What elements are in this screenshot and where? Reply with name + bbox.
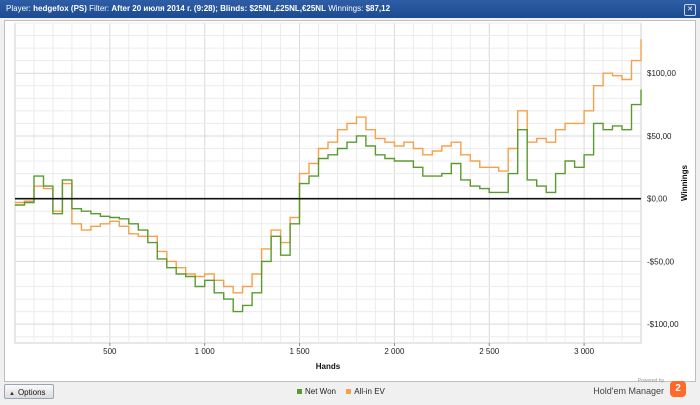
y-tick-label: -$100,00 [647,320,679,329]
close-icon[interactable]: ✕ [684,4,696,16]
player-name: hedgefox (PS) [33,4,87,13]
winnings-chart: 500 1 000 1 500 2 000 2 500 3 000 -$100,00 -$50… [14,22,689,371]
legend-item-all-in-ev: All-in EV [346,387,385,396]
winnings-value: $87,12 [365,4,391,13]
y-tick-label: $100,00 [647,69,676,78]
x-tick-label: 2 500 [479,347,500,356]
chart-legend: Net Won All-in EV [297,387,393,396]
graph-panel: 500 1 000 1 500 2 000 2 500 3 000 -$100,00 -$50… [4,20,696,382]
x-tick-label: 1 000 [195,347,216,356]
x-tick-label: 3 000 [574,347,595,356]
y-tick-label: $0,00 [647,195,668,204]
brand-logo: Powered by Hold'em Manager 2 [593,378,688,402]
y-axis-title: Winnings [680,164,689,200]
legend-item-net-won: Net Won [297,387,336,396]
winnings-label: Winnings: [328,4,364,13]
hm2-logo-icon: 2 [670,381,686,397]
x-axis-title: Hands [316,362,341,371]
x-tick-label: 1 500 [290,347,311,356]
x-tick-label: 500 [103,347,117,356]
y-tick-label: -$50,00 [647,257,675,266]
options-button[interactable]: ▲ Options [4,384,54,399]
y-tick-label: $50,00 [647,132,672,141]
legend-label-net-won: Net Won [305,387,336,396]
legend-swatch-all-in-ev [346,389,352,395]
filter-value: After 20 июля 2014 г. (9:28); Blinds: $2… [111,4,326,13]
window-title-bar: Player: hedgefox (PS) Filter: After 20 и… [0,0,700,18]
options-label: Options [17,388,46,397]
legend-swatch-net-won [297,389,302,395]
legend-label-all-in-ev: All-in EV [354,387,385,396]
filter-label: Filter: [89,4,110,13]
powered-by-text: Powered by [637,378,664,384]
plot-area [14,22,642,344]
x-tick-label: 2 000 [384,347,405,356]
player-label: Player: [6,4,31,13]
triangle-up-icon: ▲ [9,391,15,397]
brand-name: Hold'em Manager [593,386,664,396]
